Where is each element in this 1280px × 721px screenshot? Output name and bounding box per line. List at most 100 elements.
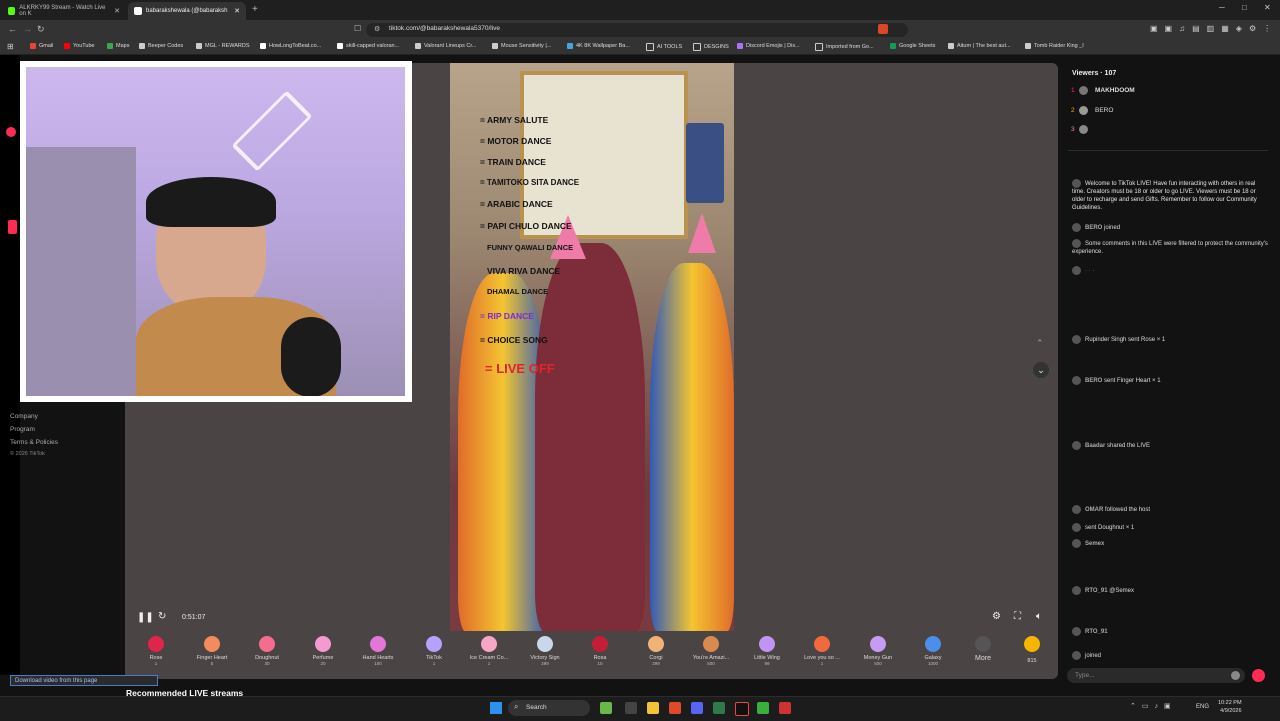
chat-user[interactable]: Baadar xyxy=(1085,443,1105,449)
gift-youre-amazing[interactable]: You're Amazi... 500 xyxy=(683,636,739,666)
app-icon[interactable] xyxy=(713,702,725,714)
taskbar-search[interactable]: Search xyxy=(508,700,590,716)
gift-rose[interactable]: Rose 1 xyxy=(128,636,184,666)
download-video-button[interactable]: Download video from this page xyxy=(10,675,158,686)
avatar xyxy=(1072,376,1081,385)
app-icon[interactable] xyxy=(757,702,769,714)
gift-ice-cream[interactable]: Ice Cream Co... 1 xyxy=(461,636,517,666)
app-icon[interactable] xyxy=(600,702,612,714)
viewer-name[interactable]: MAKHDOOM xyxy=(1095,87,1135,94)
bookmark-designs[interactable]: DESGINS xyxy=(693,43,729,51)
close-window-icon[interactable]: ✕ xyxy=(1264,3,1271,12)
forward-icon[interactable]: → xyxy=(23,24,32,34)
chat-user[interactable]: RTO_91 xyxy=(1085,629,1108,635)
gift-doughnut[interactable]: Doughnut 30 xyxy=(239,636,295,666)
gift-perfume[interactable]: Perfume 20 xyxy=(295,636,351,666)
language-indicator[interactable]: ENG xyxy=(1196,704,1209,710)
viewer-name[interactable]: BERO xyxy=(1095,107,1113,114)
bookmark-youtube[interactable]: YouTube xyxy=(64,43,95,49)
gift-tiktok[interactable]: TikTok 1 xyxy=(406,636,462,666)
bookmark-aitum[interactable]: Aitum | The best aut... xyxy=(948,43,1011,49)
bookmark-imported[interactable]: Imported from Go... xyxy=(815,43,874,51)
coin-balance[interactable]: 815 xyxy=(1010,636,1054,664)
tab-kick[interactable]: ALKRKY99 Stream - Watch Live on K ✕ xyxy=(2,2,126,20)
maximize-icon[interactable]: □ xyxy=(1242,3,1247,12)
perfume-icon xyxy=(315,636,331,652)
chat-input[interactable]: Type... xyxy=(1067,668,1245,683)
bookmark-ai-tools[interactable]: AI TOOLS xyxy=(646,43,682,51)
gift-galaxy[interactable]: Galaxy 1000 xyxy=(905,636,961,666)
chevron-down-icon[interactable]: ⌄ xyxy=(1033,362,1049,378)
live-video[interactable]: = ARMY SALUTE = MOTOR DANCE = TRAIN DANC… xyxy=(450,63,734,631)
gift-hand-hearts[interactable]: Hand Hearts 100 xyxy=(350,636,406,666)
footer-terms[interactable]: Terms & Policies xyxy=(10,436,58,449)
apps-icon[interactable]: ⊞ xyxy=(7,42,14,51)
site-info-icon[interactable]: ⚙ xyxy=(374,25,380,33)
bookmark-maps[interactable]: Maps xyxy=(107,43,129,49)
footer-company[interactable]: Company xyxy=(10,410,58,423)
close-icon[interactable]: ✕ xyxy=(234,7,240,15)
chat-user[interactable]: BERO xyxy=(1085,225,1102,231)
brave-shield-icon[interactable] xyxy=(878,24,888,34)
settings-icon[interactable]: ⚙ xyxy=(992,611,1001,622)
reload-icon[interactable]: ↻ xyxy=(37,24,45,35)
chat-user[interactable]: OMAR xyxy=(1085,507,1103,513)
bookmark-beeper[interactable]: Beeper Codes xyxy=(139,43,183,49)
bookmark-mgl[interactable]: MGL - REWARDS xyxy=(196,43,250,49)
bookmark-label: YouTube xyxy=(73,43,95,49)
chat-user[interactable]: Semex xyxy=(1085,541,1104,547)
bookmark-skillcapped[interactable]: skill-capped valoran... xyxy=(337,43,399,49)
bookmark-wallpaper[interactable]: 4K 8K Wallpaper Ba... xyxy=(567,43,630,49)
chat-user[interactable]: RTO_91 xyxy=(1085,588,1108,594)
url-text[interactable]: tiktok.com/@babarakshewala5370/live xyxy=(389,25,500,32)
gift-price: 30 xyxy=(264,661,270,666)
gift-icon[interactable] xyxy=(1252,669,1265,682)
folder-icon[interactable] xyxy=(647,702,659,714)
menu-text: = ARABIC DANCE xyxy=(480,199,553,209)
bookmark-mouse[interactable]: Mouse Sensitivity |... xyxy=(492,43,551,49)
bookmark-howlong[interactable]: HowLongToBeat.co... xyxy=(260,43,321,49)
bookmark-tomb-raider[interactable]: Tomb Raider King _I xyxy=(1025,43,1084,49)
app-icon[interactable] xyxy=(779,702,791,714)
chat-text: Welcome to TikTok LIVE! Have fun interac… xyxy=(1072,181,1257,212)
clock[interactable]: 10:22 PM 4/9/2026 xyxy=(1218,699,1242,715)
menu-text: = MOTOR DANCE xyxy=(480,136,552,146)
bookmark-gmail[interactable]: Gmail xyxy=(30,43,53,49)
gift-price: 99 xyxy=(764,661,770,666)
chat-user[interactable]: BERO xyxy=(1085,378,1102,384)
gift-corgi[interactable]: Corgi 299 xyxy=(628,636,684,666)
footer-program[interactable]: Program xyxy=(10,423,58,436)
back-icon[interactable]: ← xyxy=(8,24,17,34)
gift-love-you[interactable]: Love you so ... 1 xyxy=(794,636,850,666)
pause-icon[interactable]: ❚❚ xyxy=(137,612,154,623)
gift-little-wing[interactable]: Little Wing 99 xyxy=(739,636,795,666)
new-tab-button[interactable]: + xyxy=(252,4,258,15)
minimize-icon[interactable]: ─ xyxy=(1219,3,1225,12)
gift-victory-sign[interactable]: Victory Sign 299 xyxy=(517,636,573,666)
fullscreen-icon[interactable]: ⛶ xyxy=(1014,611,1021,622)
close-icon[interactable]: ✕ xyxy=(114,7,120,15)
volume-icon[interactable]: 🔈︎ xyxy=(1036,611,1042,622)
avatar xyxy=(1079,106,1088,115)
login-button[interactable] xyxy=(8,220,17,234)
tab-tiktok[interactable]: babarakshewala (@babaraksh ✕ xyxy=(128,2,246,20)
live-icon[interactable] xyxy=(6,127,16,137)
windows-start-icon[interactable] xyxy=(490,702,502,714)
gift-money-gun[interactable]: Money Gun 500 xyxy=(850,636,906,666)
gift-finger-heart[interactable]: Finger Heart 5 xyxy=(184,636,240,666)
capcut-icon[interactable] xyxy=(735,702,749,716)
bookmark-sheets[interactable]: Google Sheets xyxy=(890,43,935,49)
tray-icons[interactable]: ⌃▭♪▣ xyxy=(1130,702,1177,710)
gift-more-button[interactable]: More xyxy=(958,636,1008,662)
chevron-up-icon[interactable]: ⌃ xyxy=(1036,338,1044,349)
bookmark-icon[interactable]: ☐ xyxy=(354,24,361,33)
discord-icon[interactable] xyxy=(691,702,703,714)
refresh-icon[interactable]: ↻ xyxy=(158,611,166,622)
gift-rosa[interactable]: Rosa 10 xyxy=(572,636,628,666)
extension-icons[interactable]: ▣▣♫▤▥▦◈⚙⋮ xyxy=(1150,24,1278,33)
emoji-icon[interactable] xyxy=(1231,671,1240,680)
task-view-icon[interactable] xyxy=(625,702,637,714)
brave-icon[interactable] xyxy=(669,702,681,714)
bookmark-discord-emojis[interactable]: Discord Emojis | Dis... xyxy=(737,43,800,49)
bookmark-valorant[interactable]: Valorant Lineups Cr... xyxy=(415,43,476,49)
